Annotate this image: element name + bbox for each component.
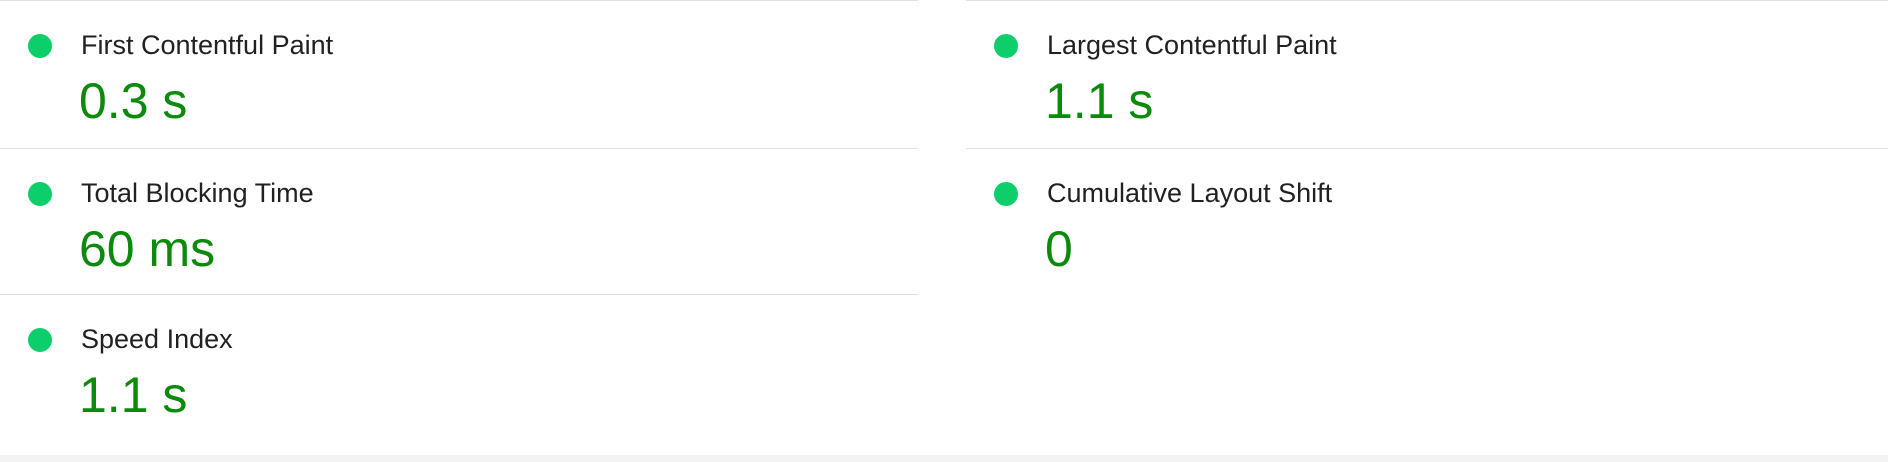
status-good-icon (28, 34, 52, 58)
metrics-panel: First Contentful Paint 0.3 s Total Block… (0, 0, 1888, 455)
metric-value: 0.3 s (79, 73, 188, 129)
metric-label: First Contentful Paint (81, 30, 334, 60)
status-good-icon (28, 328, 52, 352)
metric-value: 1.1 s (1045, 73, 1154, 129)
metric-value: 1.1 s (79, 367, 188, 423)
section-footer-divider (0, 455, 1888, 462)
metric-label: Cumulative Layout Shift (1047, 178, 1333, 208)
metric-value: 60 ms (79, 221, 216, 277)
metric-largest-contentful-paint: Largest Contentful Paint 1.1 s (966, 0, 1888, 149)
metric-speed-index: Speed Index 1.1 s (0, 295, 918, 441)
metric-label: Total Blocking Time (81, 178, 314, 208)
status-good-icon (994, 34, 1018, 58)
status-good-icon (28, 182, 52, 206)
status-good-icon (994, 182, 1018, 206)
metric-label: Largest Contentful Paint (1047, 30, 1337, 60)
metric-cumulative-layout-shift: Cumulative Layout Shift 0 (966, 149, 1888, 295)
metric-total-blocking-time: Total Blocking Time 60 ms (0, 149, 918, 295)
metric-first-contentful-paint: First Contentful Paint 0.3 s (0, 0, 918, 149)
metrics-column-right: Largest Contentful Paint 1.1 s Cumulativ… (966, 0, 1888, 295)
metric-value: 0 (1045, 221, 1073, 277)
metrics-column-left: First Contentful Paint 0.3 s Total Block… (0, 0, 918, 441)
metric-label: Speed Index (81, 324, 233, 354)
